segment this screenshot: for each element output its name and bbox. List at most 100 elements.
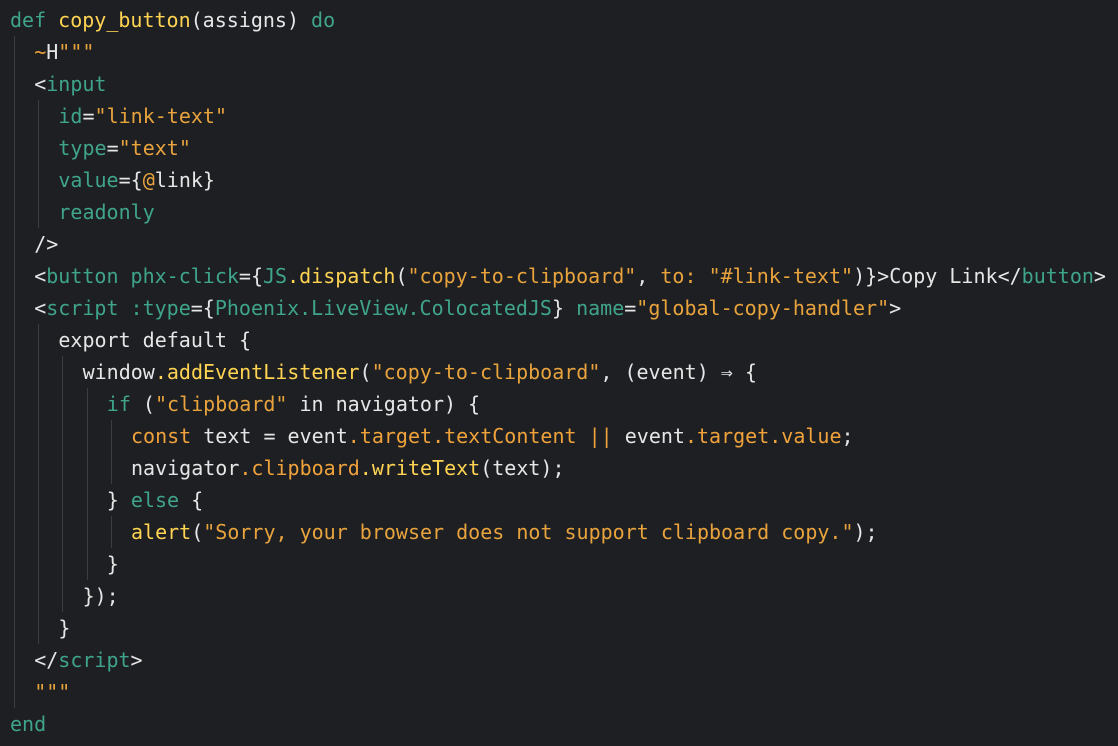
code-token: button [46, 264, 119, 288]
code-block[interactable]: def copy_button(assigns) do ~H""" <input id… [10, 4, 1106, 740]
indent-guide [38, 548, 40, 580]
code-token: "copy-to-clipboard" [371, 360, 601, 384]
code-line: navigator.clipboard.writeText(text); [10, 452, 1106, 484]
indent-guide [14, 612, 15, 644]
code-line: ~H""" [10, 36, 1106, 68]
code-token: "#link-text" [708, 264, 854, 288]
code-token: """ [34, 680, 71, 704]
code-token: ( [130, 392, 155, 416]
code-token: "copy-to-clipboard" [407, 264, 637, 288]
code-line-content: </script> [34, 648, 142, 672]
code-line: <input [10, 68, 1106, 100]
code-line-content: <input [34, 72, 106, 96]
code-token: </ [997, 264, 1022, 288]
indent-guide [110, 516, 112, 548]
indent-guide [14, 484, 15, 516]
indent-guide [14, 324, 15, 356]
code-token: > [1093, 264, 1106, 288]
code-token: if [106, 392, 131, 416]
code-token: }); [82, 584, 119, 608]
code-line-content: } [58, 616, 70, 640]
code-token: </ [34, 648, 59, 672]
code-token: } [106, 488, 131, 512]
code-line: } else { [10, 484, 1106, 516]
code-editor[interactable]: def copy_button(assigns) do ~H""" <input id… [0, 0, 1118, 746]
code-line-content: navigator.clipboard.writeText(text); [131, 456, 565, 480]
code-token: .dispatch [287, 264, 396, 288]
code-token: .clipboard [239, 456, 360, 480]
code-line: } [10, 612, 1106, 644]
indent-guide [14, 356, 15, 388]
code-token: copy_button [58, 8, 191, 32]
indent-guide [38, 324, 40, 356]
code-token: ; [841, 424, 854, 448]
code-token: window [82, 360, 155, 384]
code-token: in [287, 392, 336, 416]
indent-guide [14, 292, 15, 324]
code-token: alert [131, 520, 192, 544]
indent-guide [38, 196, 40, 228]
code-token: = [624, 296, 637, 320]
indent-guide [86, 548, 88, 580]
indent-guide [62, 420, 64, 452]
code-token: } [202, 168, 215, 192]
indent-guide [14, 452, 15, 484]
indent-guide [14, 132, 15, 164]
code-token: value [58, 168, 119, 192]
code-token: .value [769, 424, 842, 448]
code-line-content: alert("Sorry, your browser does not supp… [131, 520, 878, 544]
code-token: """ [58, 40, 95, 64]
code-line: value={@link} [10, 164, 1106, 196]
indent-guide [14, 644, 15, 676]
code-token: ={ [118, 168, 143, 192]
code-line: /> [10, 228, 1106, 260]
code-token: .addEventListener [154, 360, 360, 384]
code-token: @ [142, 168, 155, 192]
code-line-content: <script :type={Phoenix.LiveView.Colocate… [34, 296, 901, 320]
indent-guide [14, 100, 15, 132]
code-token: const [131, 424, 192, 448]
code-token: < [34, 72, 47, 96]
code-token: ( [359, 360, 372, 384]
code-line-content: export default { [58, 328, 251, 352]
indent-guide [14, 580, 15, 612]
code-token: ); [853, 520, 878, 544]
code-line: readonly [10, 196, 1106, 228]
code-token: "text" [118, 136, 191, 160]
code-token: , [636, 264, 661, 288]
code-line-content: readonly [58, 200, 154, 224]
code-line-content: /> [34, 232, 58, 256]
indent-guide [38, 100, 40, 132]
indent-guide [62, 388, 64, 420]
code-line-content: type="text" [58, 136, 190, 160]
indent-guide [14, 420, 15, 452]
code-token: navigator) { [335, 392, 481, 416]
code-line: alert("Sorry, your browser does not supp… [10, 516, 1106, 548]
code-token: link [154, 168, 203, 192]
indent-guide [38, 356, 40, 388]
indent-guide [62, 484, 64, 516]
indent-guide [38, 516, 40, 548]
code-line-content: const text = event.target.textContent ||… [131, 424, 854, 448]
code-token: event [624, 424, 685, 448]
code-token: phx-click [118, 264, 239, 288]
indent-guide [110, 420, 112, 452]
code-token: readonly [58, 200, 155, 224]
code-token: } [106, 552, 119, 576]
code-line-content: id="link-text" [58, 104, 227, 128]
code-token: = [82, 104, 95, 128]
code-token: > [130, 648, 143, 672]
indent-guide [86, 420, 88, 452]
code-token: (assigns) [190, 8, 312, 32]
code-line-content: window.addEventListener("copy-to-clipboa… [83, 360, 757, 384]
code-token: = [106, 136, 119, 160]
code-token: "Sorry, your browser does not support cl… [203, 520, 854, 544]
code-token: Phoenix.LiveView.ColocatedJS [214, 296, 552, 320]
code-token: button [1021, 264, 1094, 288]
indent-guide [14, 260, 15, 292]
code-token: > [889, 296, 902, 320]
code-line: """ [10, 676, 1106, 708]
code-line-content: }); [83, 584, 119, 608]
indent-guide [62, 516, 64, 548]
